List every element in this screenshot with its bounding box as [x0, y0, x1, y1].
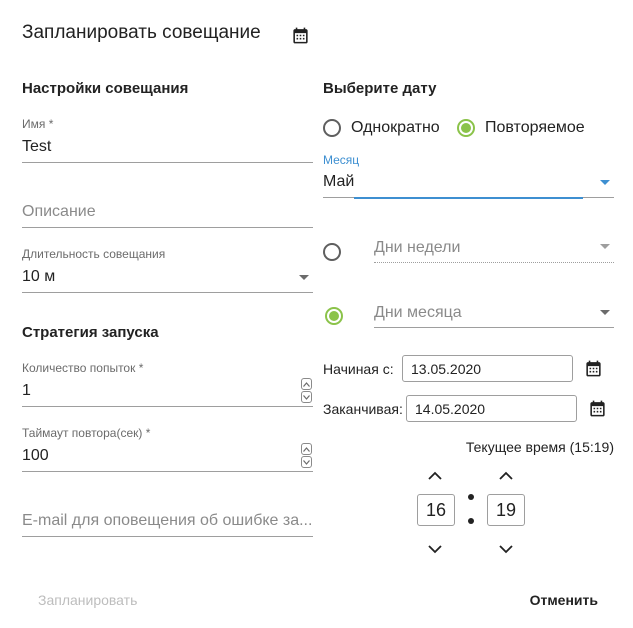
name-label: Имя *: [22, 117, 54, 131]
duration-underline: [22, 292, 313, 293]
minutes-up-icon[interactable]: [499, 467, 513, 485]
monthdays-underline: [374, 327, 614, 328]
calendar-icon[interactable]: [584, 359, 603, 383]
hours-down-icon[interactable]: [428, 541, 442, 559]
radio-monthdays[interactable]: [325, 307, 343, 325]
hours-up-icon[interactable]: [428, 467, 442, 485]
weekdays-select[interactable]: Дни недели: [374, 239, 460, 257]
settings-heading: Настройки совещания: [22, 80, 189, 97]
hours-input[interactable]: 16: [417, 494, 455, 526]
calendar-icon[interactable]: [588, 399, 607, 423]
date-heading: Выберите дату: [323, 80, 437, 97]
month-label: Месяц: [323, 153, 360, 167]
chevron-down-icon[interactable]: [600, 244, 610, 249]
time-separator: [468, 494, 474, 500]
timeout-label: Таймаут повтора(сек) *: [22, 426, 151, 440]
name-underline: [22, 162, 313, 163]
current-time: Текущее время (15:19): [465, 439, 614, 455]
name-input[interactable]: Test: [22, 138, 51, 156]
attempts-underline: [22, 406, 313, 407]
weekdays-underline: [374, 262, 614, 263]
radio-repeat-label[interactable]: Повторяемое: [485, 119, 585, 137]
description-underline: [22, 227, 313, 228]
start-label: Начиная с:: [323, 361, 394, 377]
stepper-up-icon[interactable]: [301, 443, 312, 455]
monthdays-select[interactable]: Дни месяца: [374, 304, 462, 322]
month-select[interactable]: Май: [323, 173, 354, 191]
duration-select[interactable]: 10 м: [22, 268, 55, 286]
email-input[interactable]: E-mail для оповещения об ошибке за...: [22, 512, 313, 530]
stepper-down-icon[interactable]: [301, 456, 312, 468]
attempts-input[interactable]: 1: [22, 382, 31, 400]
email-underline: [22, 536, 313, 537]
radio-repeat[interactable]: [457, 119, 475, 137]
description-input[interactable]: Описание: [22, 203, 313, 221]
radio-once-label[interactable]: Однократно: [351, 119, 440, 137]
stepper-up-icon[interactable]: [301, 378, 312, 390]
stepper-down-icon[interactable]: [301, 391, 312, 403]
strategy-heading: Стратегия запуска: [22, 324, 159, 341]
attempts-label: Количество попыток *: [22, 361, 144, 375]
minutes-input[interactable]: 19: [487, 494, 525, 526]
start-date-input[interactable]: 13.05.2020: [402, 355, 573, 382]
radio-weekdays[interactable]: [323, 243, 341, 261]
duration-label: Длительность совещания: [22, 247, 166, 261]
radio-once[interactable]: [323, 119, 341, 137]
minutes-down-icon[interactable]: [499, 541, 513, 559]
timeout-input[interactable]: 100: [22, 447, 49, 465]
chevron-down-icon[interactable]: [600, 310, 610, 315]
cancel-button[interactable]: Отменить: [530, 592, 598, 608]
calendar-icon: [291, 26, 310, 50]
time-separator: [468, 518, 474, 524]
page-title: Запланировать совещание: [22, 22, 261, 43]
end-label: Заканчивая:: [323, 401, 403, 417]
chevron-down-icon[interactable]: [299, 275, 309, 280]
month-focus-underline: [354, 197, 583, 199]
chevron-down-icon[interactable]: [600, 180, 610, 185]
end-date-input[interactable]: 14.05.2020: [406, 395, 577, 422]
schedule-button[interactable]: Запланировать: [38, 592, 137, 608]
timeout-underline: [22, 471, 313, 472]
